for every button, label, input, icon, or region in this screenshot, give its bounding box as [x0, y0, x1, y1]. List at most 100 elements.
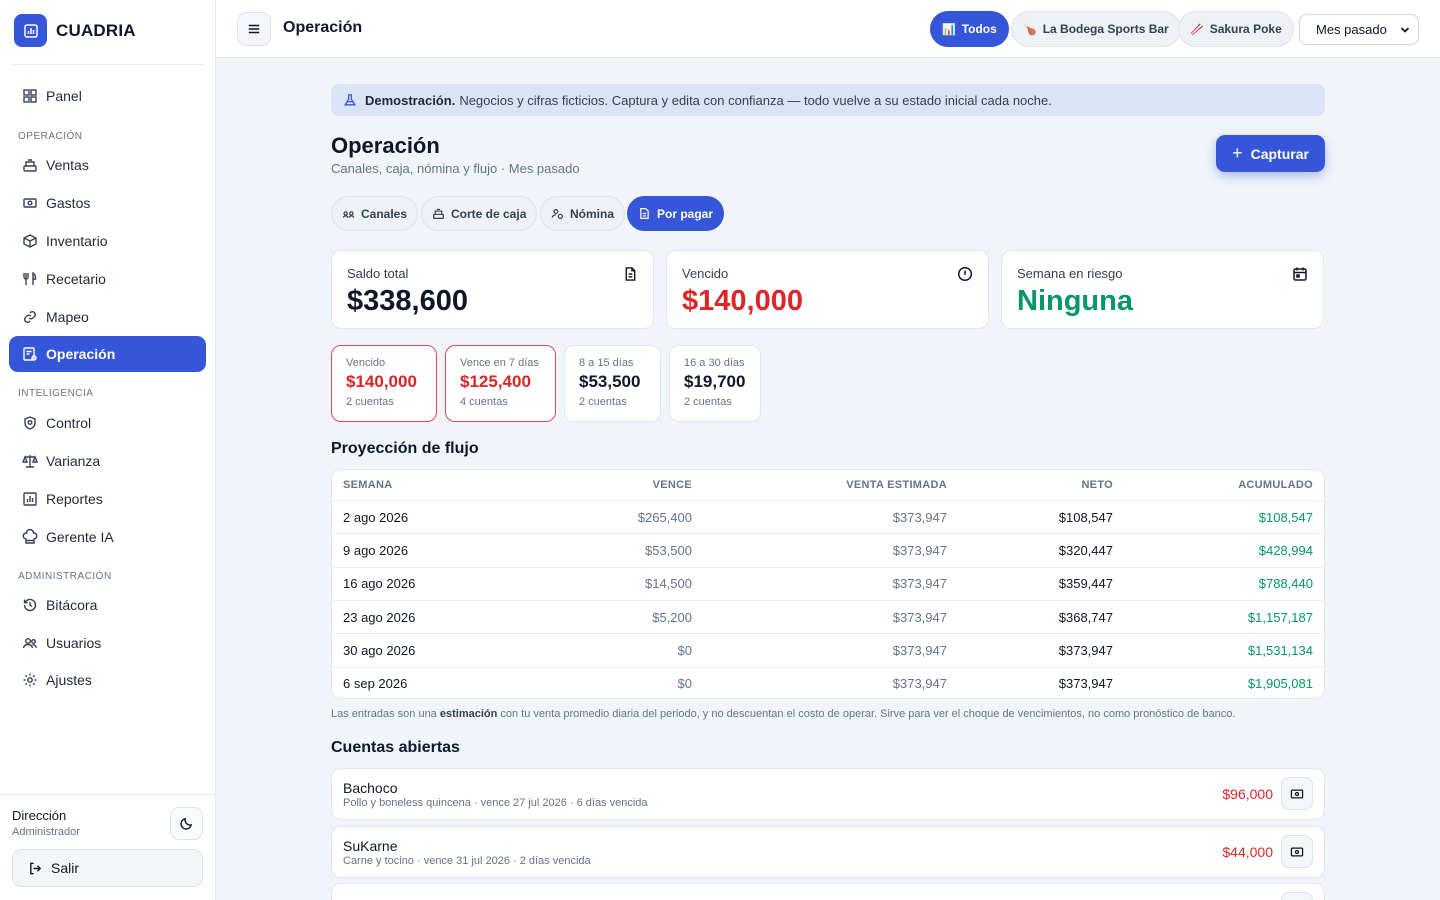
- tab-canales[interactable]: Canales: [331, 196, 419, 231]
- invoice-icon: [640, 208, 649, 219]
- scale-icon: [22, 455, 38, 468]
- bucket-label: Vencido: [346, 357, 386, 369]
- logout-button[interactable]: Salir: [12, 849, 203, 887]
- kpi-value: $338,600: [347, 285, 468, 317]
- projection-table: SEMANA VENCE VENTA ESTIMADA NETO ACUMULA…: [331, 469, 1325, 699]
- filter-todos[interactable]: 📊 Todos: [930, 11, 1009, 47]
- hamburger-icon: [248, 24, 260, 34]
- bucket-label: 16 a 30 días: [684, 357, 745, 369]
- pay-button[interactable]: [1281, 835, 1313, 868]
- bucket-count: 4 cuentas: [460, 396, 508, 408]
- sidebar-item-varianza[interactable]: Varianza: [9, 443, 206, 479]
- cash-register-icon: [23, 159, 37, 172]
- cell-week: 16 ago 2026: [343, 576, 416, 592]
- account-row[interactable]: SuKarne Carne y tocino · vence 31 jul 20…: [331, 826, 1325, 878]
- cell-net: $108,547: [1058, 509, 1113, 525]
- money-icon: [23, 198, 37, 208]
- cell-net: $320,447: [1058, 542, 1113, 558]
- kpi-label: Saldo total: [347, 266, 409, 281]
- column-header: SEMANA: [343, 479, 393, 491]
- account-detail: Pollo y boneless quincena · vence 27 jul…: [343, 797, 648, 809]
- tab-corte-de-caja[interactable]: Corte de caja: [421, 196, 538, 231]
- logout-icon: [30, 862, 42, 874]
- period-value: Mes pasado: [1316, 22, 1387, 37]
- chopsticks-icon: 🥢: [1190, 23, 1204, 36]
- filter-sakura-poke[interactable]: 🥢 Sakura Poke: [1178, 11, 1294, 47]
- cell-net: $373,947: [1058, 642, 1113, 658]
- cell-week: 23 ago 2026: [343, 609, 416, 625]
- report-chart-icon: [23, 492, 37, 506]
- nav-section-operacion: OPERACIÓN: [18, 131, 83, 142]
- table-row: 2 ago 2026 $265,400 $373,947 $108,547 $1…: [332, 500, 1324, 533]
- cell-due: $0: [677, 676, 692, 692]
- tab-por-pagar[interactable]: Por pagar: [627, 196, 725, 231]
- payroll-icon: [551, 208, 563, 219]
- table-row: 30 ago 2026 $0 $373,947 $373,947 $1,531,…: [332, 633, 1324, 666]
- aging-bucket-16-30-dias[interactable]: 16 a 30 días $19,700 2 cuentas: [669, 345, 761, 422]
- user-name: Dirección: [12, 808, 67, 823]
- aging-bucket-7-dias[interactable]: Vence en 7 días $125,400 4 cuentas: [445, 345, 556, 422]
- page-title: Operación: [331, 133, 440, 158]
- sidebar-item-recetario[interactable]: Recetario: [9, 261, 206, 297]
- brand[interactable]: CUADRIA: [14, 14, 136, 47]
- tab-label: Corte de caja: [451, 206, 527, 221]
- sidebar-item-ventas[interactable]: Ventas: [9, 147, 206, 183]
- sidebar-item-reportes[interactable]: Reportes: [9, 481, 206, 517]
- sidebar-item-gastos[interactable]: Gastos: [9, 185, 206, 221]
- aging-bucket-vencido[interactable]: Vencido $140,000 2 cuentas: [331, 345, 437, 422]
- sidebar-item-bitacora[interactable]: Bitácora: [9, 587, 206, 623]
- sidebar-item-control[interactable]: Control: [9, 405, 206, 441]
- bucket-label: 8 a 15 días: [579, 357, 634, 369]
- account-name: SuKarne: [343, 838, 398, 854]
- tab-nomina[interactable]: Nómina: [540, 196, 626, 231]
- sidebar-item-label: Usuarios: [46, 635, 102, 651]
- sidebar-item-label: Panel: [46, 88, 82, 104]
- account-row[interactable]: Bachoco Pollo y boneless quincena · venc…: [331, 768, 1325, 820]
- sidebar-item-label: Gerente IA: [46, 529, 114, 545]
- account-detail: Carne y tocino · vence 31 jul 2026 · 2 d…: [343, 855, 591, 867]
- divider: [12, 64, 203, 65]
- aging-bucket-8-15-dias[interactable]: 8 a 15 días $53,500 2 cuentas: [564, 345, 661, 422]
- table-header: SEMANA VENCE VENTA ESTIMADA NETO ACUMULA…: [332, 470, 1324, 500]
- note-strong: estimación: [439, 708, 498, 720]
- history-icon: [23, 598, 37, 612]
- sidebar-item-ajustes[interactable]: Ajustes: [9, 662, 206, 698]
- pay-button[interactable]: [1281, 777, 1313, 810]
- cell-cumulative: $108,547: [1258, 509, 1313, 525]
- column-header: VENCE: [652, 479, 692, 491]
- sidebar-item-gerente-ia[interactable]: Gerente IA: [9, 519, 206, 555]
- menu-toggle-button[interactable]: [237, 12, 271, 46]
- sidebar-item-label: Inventario: [46, 233, 108, 249]
- bucket-label: Vence en 7 días: [460, 357, 539, 369]
- cell-net: $373,947: [1058, 676, 1113, 692]
- account-name: Bachoco: [343, 780, 398, 796]
- document-icon: [625, 267, 636, 281]
- sidebar-item-inventario[interactable]: Inventario: [9, 223, 206, 259]
- sidebar-item-label: Reportes: [46, 491, 103, 507]
- topbar-title: Operación: [283, 19, 363, 36]
- kpi-label: Vencido: [682, 266, 729, 281]
- demo-banner: Demostración. Negocios y cifras ficticio…: [331, 84, 1325, 116]
- shield-icon: [24, 416, 36, 430]
- sidebar-item-usuarios[interactable]: Usuarios: [9, 625, 206, 661]
- sidebar-item-label: Bitácora: [46, 597, 98, 613]
- nav-section-inteligencia: INTELIGENCIA: [18, 388, 94, 399]
- filter-label: Todos: [961, 22, 997, 36]
- filter-la-bodega[interactable]: 🍗 La Bodega Sports Bar: [1011, 11, 1181, 47]
- account-amount: $96,000: [1222, 786, 1273, 802]
- brand-logo-icon: [14, 14, 47, 47]
- cell-cumulative: $1,905,081: [1247, 676, 1313, 692]
- period-select[interactable]: Mes pasado: [1299, 14, 1419, 45]
- cell-net: $368,747: [1058, 609, 1113, 625]
- capture-button[interactable]: + Capturar: [1216, 135, 1325, 172]
- cell-due: $0: [677, 642, 692, 658]
- pay-button[interactable]: [1281, 892, 1313, 900]
- sidebar-item-mapeo[interactable]: Mapeo: [9, 299, 206, 335]
- sidebar-footer: [0, 794, 215, 795]
- account-row[interactable]: [331, 883, 1325, 900]
- link-icon: [24, 311, 36, 323]
- channels-icon: [342, 211, 355, 218]
- theme-toggle-button[interactable]: [170, 807, 203, 840]
- sidebar-item-panel[interactable]: Panel: [9, 78, 206, 114]
- sidebar-item-operacion[interactable]: Operación: [9, 336, 206, 372]
